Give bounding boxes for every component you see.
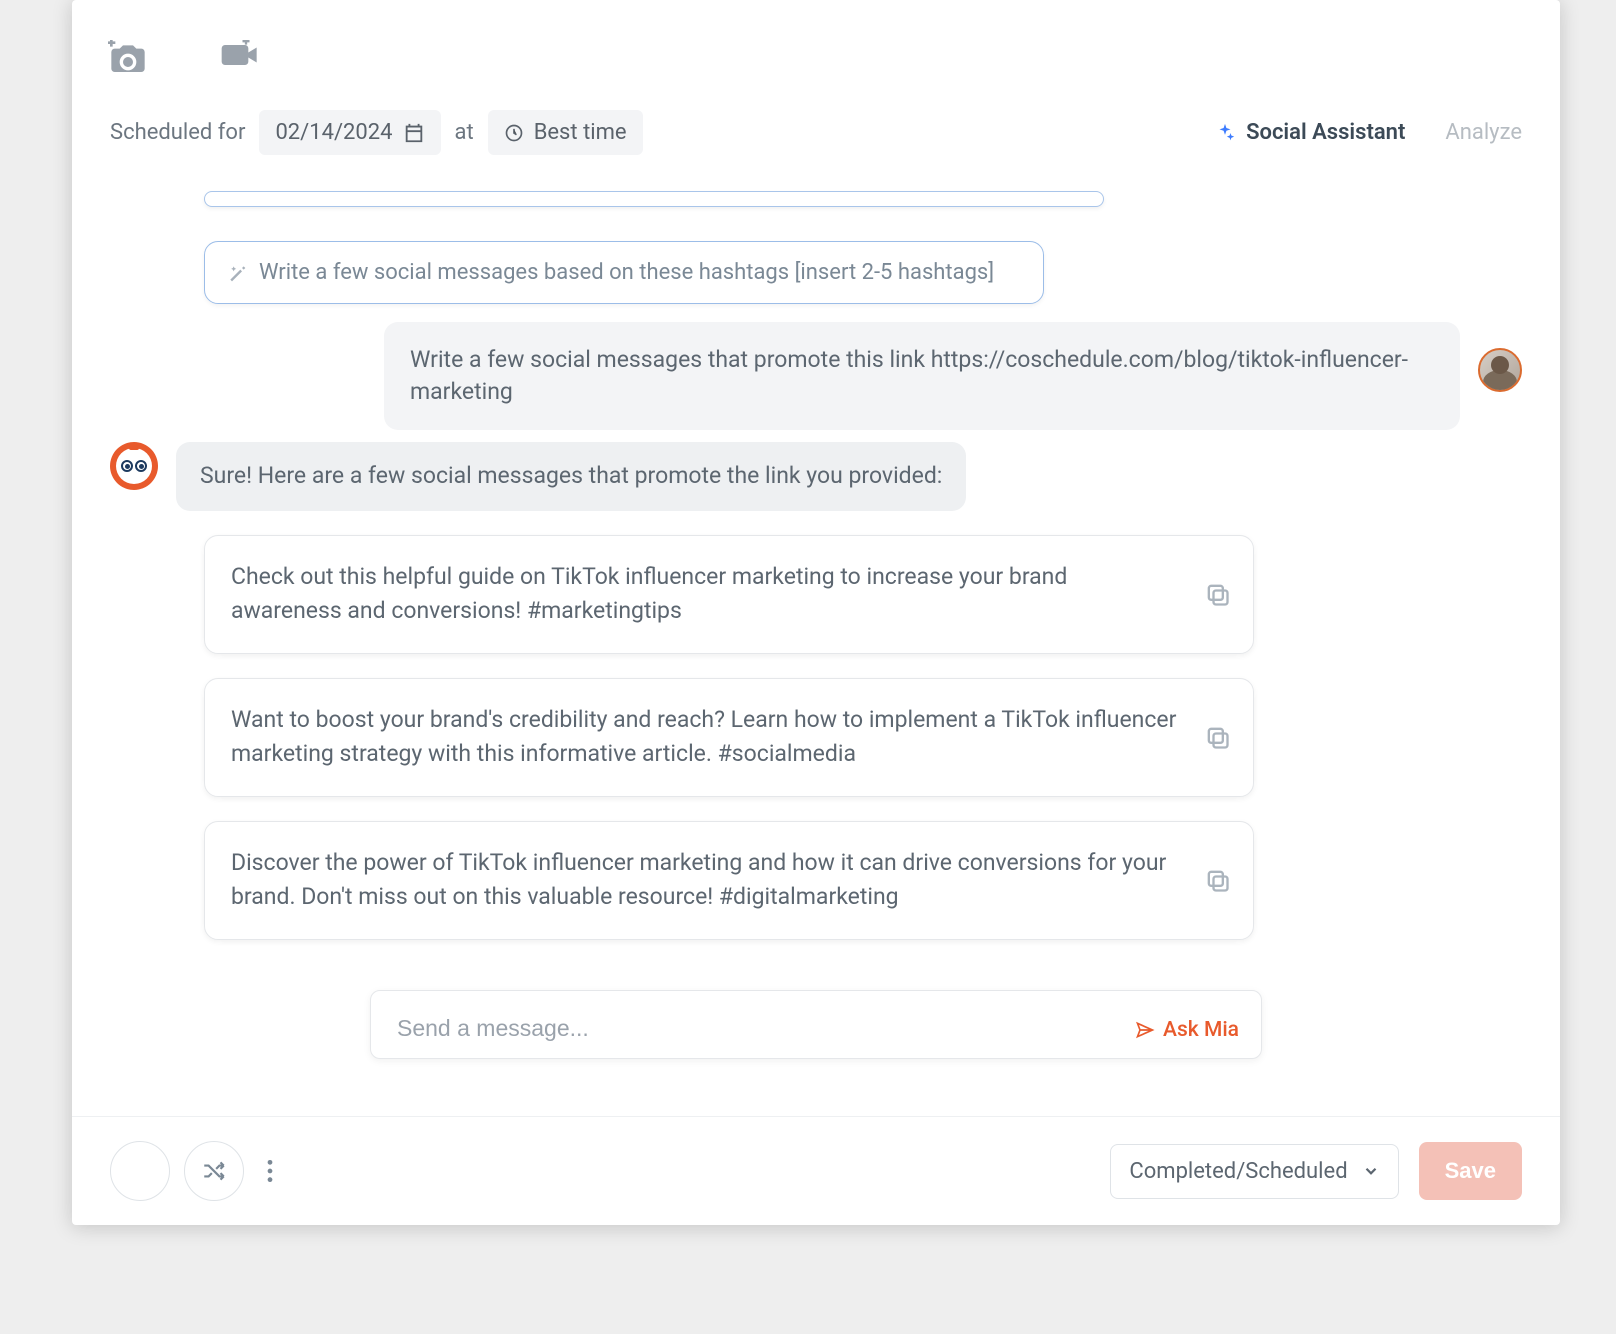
suggestion-card[interactable]: Check out this helpful guide on TikTok i… (204, 535, 1254, 654)
shuffle-button[interactable] (184, 1141, 244, 1201)
suggestion-card[interactable]: Discover the power of TikTok influencer … (204, 821, 1254, 940)
social-compose-modal: Scheduled for 02/14/2024 at Best time (72, 0, 1560, 1225)
suggestion-text: Discover the power of TikTok influencer … (231, 849, 1166, 911)
use-suggestion-icon[interactable] (1203, 723, 1231, 751)
social-assistant-label: Social Assistant (1246, 120, 1405, 145)
ask-mia-button[interactable]: Ask Mia (1135, 1018, 1239, 1042)
schedule-date-picker[interactable]: 02/14/2024 (259, 110, 440, 155)
user-message-text: Write a few social messages that promote… (410, 346, 1408, 405)
status-select[interactable]: Completed/Scheduled (1110, 1144, 1398, 1199)
analyze-button[interactable]: Analyze (1445, 120, 1522, 145)
wand-icon (227, 263, 247, 283)
suggestion-text: Check out this helpful guide on TikTok i… (231, 563, 1067, 625)
mia-reply-text: Sure! Here are a few social messages tha… (200, 462, 942, 489)
suggestion-text: Want to boost your brand's credibility a… (231, 706, 1176, 768)
previous-suggestion-peek (204, 191, 1104, 207)
use-suggestion-icon[interactable] (1203, 580, 1231, 608)
schedule-time-value: Best time (534, 120, 627, 145)
ask-mia-label: Ask Mia (1163, 1018, 1239, 1042)
mia-reply-bubble: Sure! Here are a few social messages tha… (176, 442, 966, 510)
mia-avatar (110, 442, 158, 490)
scheduled-for-label: Scheduled for (110, 120, 245, 145)
modal-footer: Completed/Scheduled Save (72, 1116, 1560, 1225)
at-label: at (455, 120, 474, 145)
compose-box: Ask Mia (370, 990, 1262, 1059)
use-suggestion-icon[interactable] (1203, 866, 1231, 894)
schedule-time-picker[interactable]: Best time (488, 110, 643, 155)
add-video-icon[interactable] (220, 40, 260, 74)
send-icon (1135, 1020, 1155, 1040)
social-assistant-button[interactable]: Social Assistant (1214, 120, 1405, 145)
more-options-button[interactable] (258, 1150, 282, 1192)
chevron-down-icon (1362, 1162, 1380, 1180)
profile-circle-button[interactable] (110, 1141, 170, 1201)
prompt-suggestion-text: Write a few social messages based on the… (259, 260, 994, 285)
prompt-suggestion-card[interactable]: Write a few social messages based on the… (204, 241, 1044, 304)
add-photo-icon[interactable] (108, 40, 148, 74)
save-button[interactable]: Save (1419, 1142, 1522, 1200)
clock-icon (504, 123, 524, 143)
schedule-date-value: 02/14/2024 (275, 120, 392, 145)
calendar-icon (403, 122, 425, 144)
compose-input[interactable] (397, 1015, 1235, 1042)
suggestion-card[interactable]: Want to boost your brand's credibility a… (204, 678, 1254, 797)
user-message-bubble: Write a few social messages that promote… (384, 322, 1460, 430)
user-avatar (1478, 348, 1522, 392)
status-value: Completed/Scheduled (1129, 1159, 1347, 1184)
sparkle-icon (1214, 122, 1236, 144)
